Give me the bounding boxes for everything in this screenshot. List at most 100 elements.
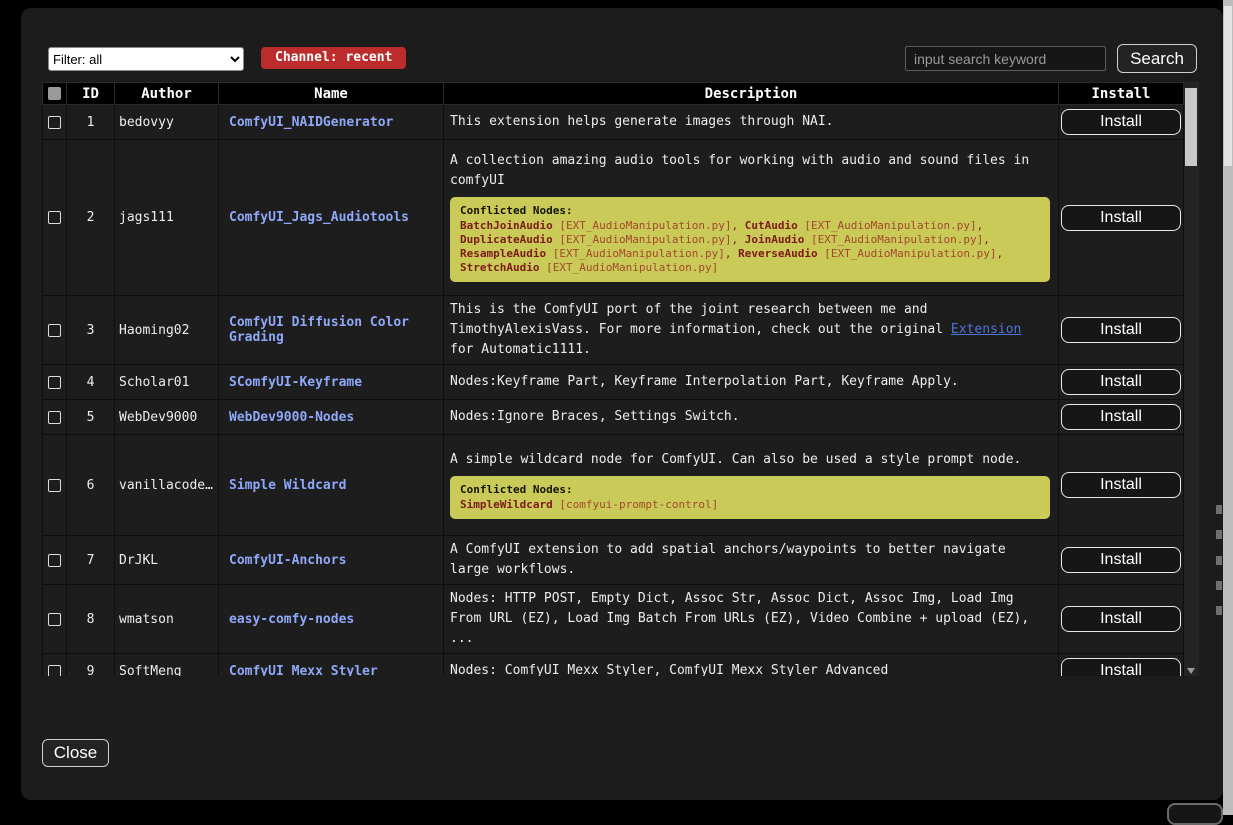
- row-checkbox[interactable]: [48, 376, 61, 389]
- row-id: 8: [67, 585, 115, 654]
- table-row: 5WebDev9000WebDev9000-NodesNodes:Ignore …: [43, 400, 1184, 435]
- scroll-down-arrow-icon[interactable]: [1187, 668, 1195, 674]
- install-button[interactable]: Install: [1061, 317, 1181, 343]
- custom-nodes-manager-dialog: Filter: all Channel: recent Search ID Au…: [21, 8, 1223, 800]
- conflicted-node-name: BatchJoinAudio: [460, 219, 553, 232]
- install-button[interactable]: Install: [1061, 658, 1181, 676]
- header-author: Author: [115, 83, 219, 105]
- row-checkbox[interactable]: [48, 665, 61, 677]
- conflicted-nodes-box: Conflicted Nodes:SimpleWildcard [comfyui…: [450, 476, 1050, 519]
- install-button[interactable]: Install: [1061, 369, 1181, 395]
- search-input[interactable]: [905, 46, 1106, 71]
- conflicted-nodes-box: Conflicted Nodes:BatchJoinAudio [EXT_Aud…: [450, 197, 1050, 282]
- row-name-cell: Simple Wildcard: [219, 435, 444, 536]
- row-name-cell: ComfyUI-Anchors: [219, 536, 444, 585]
- conflicted-node-source: [EXT_AudioManipulation.py]: [804, 233, 983, 246]
- custom-nodes-table: ID Author Name Description Install 1bedo…: [42, 82, 1199, 676]
- row-install-cell: Install: [1059, 435, 1184, 536]
- row-id: 1: [67, 105, 115, 140]
- row-select-cell: [43, 536, 67, 585]
- extension-name-link[interactable]: Simple Wildcard: [229, 478, 346, 493]
- extension-name-link[interactable]: easy-comfy-nodes: [229, 612, 354, 627]
- row-checkbox[interactable]: [48, 116, 61, 129]
- table-row: 1bedovyy ComfyUI_NAIDGenerator This extens…: [43, 105, 1184, 140]
- row-select-cell: [43, 585, 67, 654]
- conflict-separator: ,: [983, 233, 990, 246]
- description-text: This is the ComfyUI port of the joint re…: [450, 300, 1052, 360]
- row-id: 9: [67, 654, 115, 677]
- extension-name-link[interactable]: ComfyUI Diffusion Color Grading: [229, 315, 409, 345]
- row-select-cell: [43, 365, 67, 400]
- conflict-separator: ,: [732, 233, 745, 246]
- row-checkbox[interactable]: [48, 211, 61, 224]
- conflicted-node-name: StretchAudio: [460, 261, 539, 274]
- row-author: SoftMeng: [115, 654, 219, 677]
- install-button[interactable]: Install: [1061, 109, 1181, 135]
- background-partial-button: [1167, 803, 1223, 825]
- table-row: 7DrJKLComfyUI-AnchorsA ComfyUI extension…: [43, 536, 1184, 585]
- row-checkbox[interactable]: [48, 324, 61, 337]
- close-button[interactable]: Close: [42, 739, 109, 767]
- row-select-cell: [43, 400, 67, 435]
- table-header-row: ID Author Name Description Install: [43, 83, 1184, 105]
- row-checkbox[interactable]: [48, 411, 61, 424]
- conflicted-node-source: [EXT_AudioManipulation.py]: [818, 247, 997, 260]
- conflicted-node-source: [EXT_AudioManipulation.py]: [798, 219, 977, 232]
- row-name-cell: ComfyUI_Jags_Audiotools: [219, 140, 444, 296]
- header-id: ID: [67, 83, 115, 105]
- description-text: This extension helps generate images thr…: [450, 112, 1052, 132]
- row-name-cell: WebDev9000-Nodes: [219, 400, 444, 435]
- row-author: DrJKL: [115, 536, 219, 585]
- table-row: 9SoftMengComfyUI_Mexx_StylerNodes: Comfy…: [43, 654, 1184, 677]
- background-ui-sliver: [1216, 581, 1222, 590]
- select-all-checkbox[interactable]: [48, 87, 61, 100]
- extension-name-link[interactable]: WebDev9000-Nodes: [229, 410, 354, 425]
- row-checkbox[interactable]: [48, 479, 61, 492]
- conflicted-node-source: [EXT_AudioManipulation.py]: [546, 247, 725, 260]
- row-author: vanillacode…: [115, 435, 219, 536]
- background-ui-sliver: [1216, 556, 1222, 565]
- install-button[interactable]: Install: [1061, 404, 1181, 430]
- filter-select[interactable]: Filter: all: [48, 47, 244, 71]
- conflicted-node-name: ResampleAudio: [460, 247, 546, 260]
- page-scrollbar-thumb[interactable]: [1224, 6, 1232, 166]
- background-ui-sliver: [1216, 606, 1222, 615]
- row-description: This extension helps generate images thr…: [444, 105, 1059, 140]
- extension-name-link[interactable]: SComfyUI-Keyframe: [229, 375, 362, 390]
- table-scrollbar-thumb[interactable]: [1185, 88, 1197, 166]
- extension-name-link[interactable]: ComfyUI-Anchors: [229, 553, 346, 568]
- select-all-header: [43, 83, 67, 105]
- extension-name-link[interactable]: ComfyUI_Jags_Audiotools: [229, 210, 409, 225]
- install-button[interactable]: Install: [1061, 205, 1181, 231]
- row-name-cell: easy-comfy-nodes: [219, 585, 444, 654]
- extension-name-link[interactable]: ComfyUI_NAIDGenerator: [229, 115, 393, 130]
- row-install-cell: Install: [1059, 400, 1184, 435]
- row-checkbox[interactable]: [48, 554, 61, 567]
- conflicted-node-source: [EXT_AudioManipulation.py]: [553, 233, 732, 246]
- install-button[interactable]: Install: [1061, 606, 1181, 632]
- row-install-cell: Install: [1059, 654, 1184, 677]
- install-button[interactable]: Install: [1061, 547, 1181, 573]
- install-button[interactable]: Install: [1061, 472, 1181, 498]
- row-description: A collection amazing audio tools for wor…: [444, 140, 1059, 296]
- description-link[interactable]: Extension: [951, 322, 1021, 337]
- row-id: 2: [67, 140, 115, 296]
- page-scrollbar[interactable]: [1223, 0, 1233, 815]
- row-name-cell: ComfyUI Diffusion Color Grading: [219, 296, 444, 365]
- extension-name-link[interactable]: ComfyUI_Mexx_Styler: [229, 664, 378, 677]
- search-button[interactable]: Search: [1117, 44, 1197, 73]
- table-body: 1bedovyy ComfyUI_NAIDGenerator This extens…: [43, 105, 1184, 677]
- row-author: WebDev9000: [115, 400, 219, 435]
- background-ui-sliver: [1216, 530, 1222, 539]
- row-description: A ComfyUI extension to add spatial ancho…: [444, 536, 1059, 585]
- description-text: A collection amazing audio tools for wor…: [450, 151, 1052, 191]
- table-row: 3Haoming02ComfyUI Diffusion Color Gradin…: [43, 296, 1184, 365]
- conflicted-node-name: DuplicateAudio: [460, 233, 553, 246]
- row-checkbox[interactable]: [48, 613, 61, 626]
- row-author: bedovyy: [115, 105, 219, 140]
- row-select-cell: [43, 654, 67, 677]
- row-name-cell: ComfyUI_NAIDGenerator: [219, 105, 444, 140]
- description-text: Nodes: HTTP POST, Empty Dict, Assoc Str,…: [450, 589, 1052, 649]
- table-scrollbar[interactable]: [1184, 82, 1199, 676]
- row-install-cell: Install: [1059, 140, 1184, 296]
